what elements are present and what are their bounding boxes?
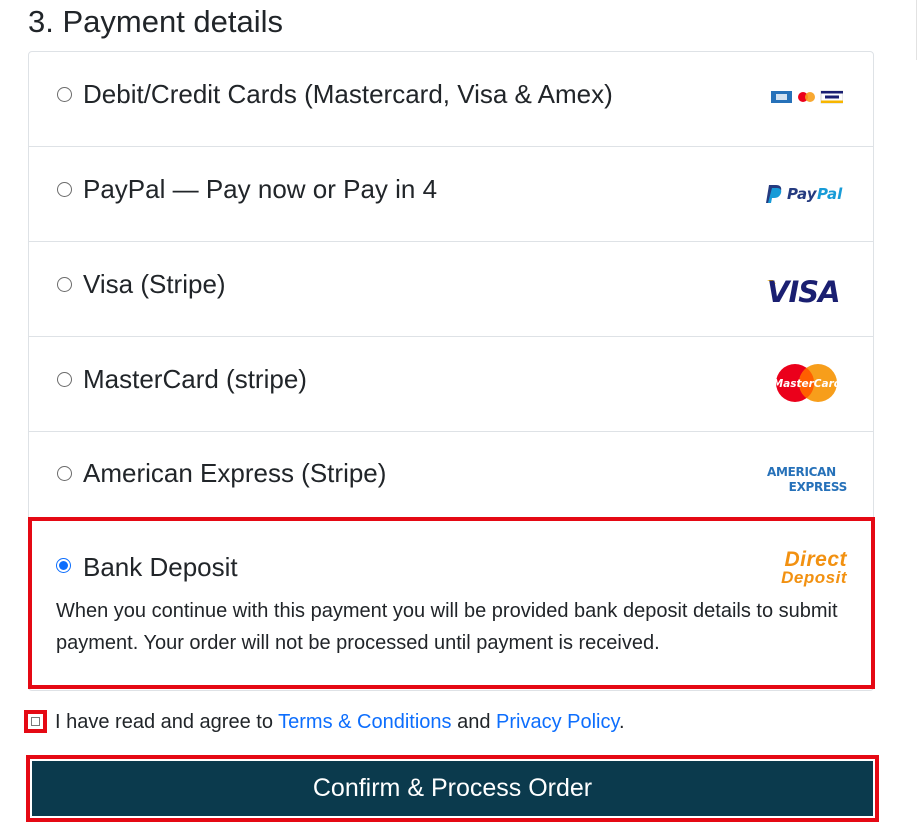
visa-label: Visa (Stripe)	[83, 269, 226, 299]
terms-suffix: .	[619, 711, 625, 733]
payment-option-cards[interactable]: Debit/Credit Cards (Mastercard, Visa & A…	[29, 52, 873, 147]
mastercard-logo: MasterCard	[774, 364, 840, 402]
payment-option-visa[interactable]: Visa (Stripe) VISA	[29, 242, 873, 337]
payment-option-bank-deposit[interactable]: Bank Deposit Direct Deposit When you con…	[28, 517, 875, 689]
card-brands-icon	[771, 90, 843, 104]
terms-middle: and	[451, 711, 497, 733]
bank-deposit-label: Bank Deposit	[83, 552, 238, 582]
visa-logo: VISA	[767, 276, 841, 306]
bank-deposit-radio[interactable]	[56, 558, 71, 573]
scrollbar-edge	[916, 0, 920, 60]
terms-prefix: I have read and agree to	[55, 711, 279, 733]
terms-conditions-link[interactable]: Terms & Conditions	[278, 711, 451, 733]
direct-deposit-logo-line1: Direct	[784, 548, 847, 571]
section-title: 3. Payment details	[28, 4, 284, 39]
amex-radio[interactable]	[57, 466, 72, 481]
confirm-process-order-button[interactable]: Confirm & Process Order	[32, 761, 873, 816]
bank-deposit-description: When you continue with this payment you …	[56, 600, 838, 654]
direct-deposit-logo-line2: Deposit	[781, 568, 847, 587]
amex-label: American Express (Stripe)	[83, 458, 387, 488]
svg-text:VISA: VISA	[767, 276, 840, 306]
mastercard-label: MasterCard (stripe)	[83, 364, 307, 394]
visa-radio[interactable]	[57, 277, 72, 292]
amex-logo: AMERICAN EXPRESS	[767, 465, 847, 494]
privacy-policy-link[interactable]: Privacy Policy	[496, 711, 619, 733]
svg-text:Pal: Pal	[817, 185, 843, 203]
svg-text:EXPRESS: EXPRESS	[789, 480, 847, 494]
svg-text:AMERICAN: AMERICAN	[767, 465, 836, 479]
terms-agreement: I have read and agree to Terms & Conditi…	[24, 705, 884, 737]
payment-option-paypal[interactable]: PayPal — Pay now or Pay in 4 Pay Pal	[29, 147, 873, 242]
paypal-logo: Pay Pal	[766, 185, 843, 203]
payment-option-amex[interactable]: American Express (Stripe) AMERICAN EXPRE…	[29, 431, 873, 526]
cards-radio[interactable]	[57, 87, 72, 102]
mastercard-radio[interactable]	[57, 372, 72, 387]
confirm-button-highlight: Confirm & Process Order	[26, 755, 879, 822]
paypal-radio[interactable]	[57, 182, 72, 197]
svg-text:MasterCard: MasterCard	[774, 378, 840, 390]
paypal-label: PayPal — Pay now or Pay in 4	[83, 174, 438, 204]
terms-text: I have read and agree to Terms & Conditi…	[55, 709, 625, 735]
direct-deposit-logo: Direct Deposit	[781, 548, 847, 587]
svg-text:Pay: Pay	[787, 185, 818, 203]
terms-checkbox[interactable]	[24, 710, 47, 733]
payment-option-mastercard[interactable]: MasterCard (stripe) MasterCard	[29, 337, 873, 432]
cards-label: Debit/Credit Cards (Mastercard, Visa & A…	[83, 79, 613, 109]
